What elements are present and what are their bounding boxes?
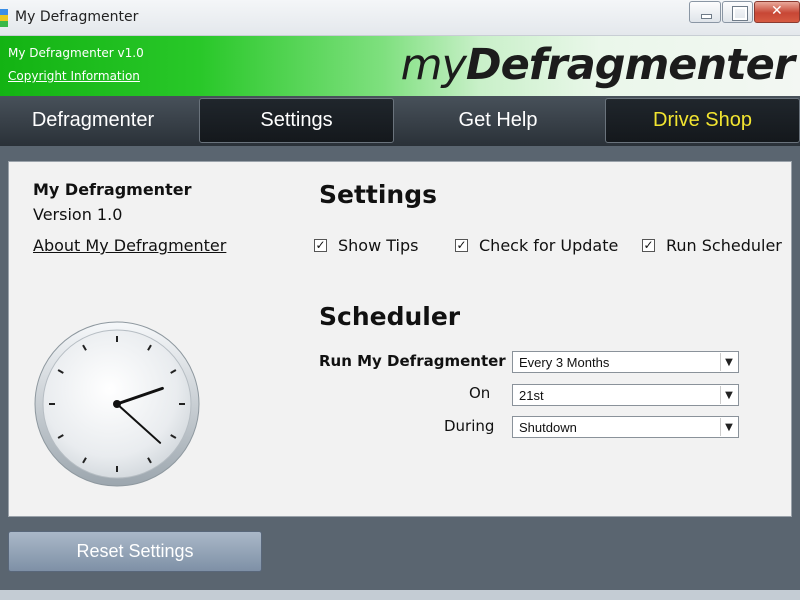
on-label: On bbox=[469, 384, 491, 402]
day-select[interactable]: 21st ▼ bbox=[512, 384, 739, 406]
show-tips-label: Show Tips bbox=[338, 236, 419, 255]
run-label: Run My Defragmenter bbox=[319, 352, 506, 370]
nav-bar: Defragmenter Settings Get Help Drive Sho… bbox=[0, 96, 800, 146]
title-bar: My Defragmenter bbox=[0, 0, 800, 36]
logo-my: my bbox=[400, 40, 467, 90]
tab-get-help[interactable]: Get Help bbox=[400, 98, 596, 143]
show-tips-checkbox[interactable]: ✓ Show Tips bbox=[314, 236, 418, 255]
window-title: My Defragmenter bbox=[15, 9, 139, 25]
check-for-update-label: Check for Update bbox=[479, 236, 619, 255]
app-icon bbox=[0, 9, 8, 27]
app-header: My Defragmenter v1.0 Copyright Informati… bbox=[0, 36, 800, 96]
minimize-button[interactable] bbox=[689, 1, 721, 23]
during-select[interactable]: Shutdown ▼ bbox=[512, 416, 739, 438]
dropdown-arrow-icon[interactable]: ▼ bbox=[720, 353, 737, 371]
about-link[interactable]: About My Defragmenter bbox=[33, 236, 226, 255]
about-version: Version 1.0 bbox=[33, 205, 123, 224]
app-logo: myDefragmenter bbox=[400, 40, 795, 90]
tab-defragmenter[interactable]: Defragmenter bbox=[0, 98, 186, 143]
logo-defragmenter: Defragmenter bbox=[465, 40, 795, 90]
frequency-value: Every 3 Months bbox=[519, 355, 610, 370]
tab-drive-shop[interactable]: Drive Shop bbox=[605, 98, 800, 143]
day-value: 21st bbox=[519, 388, 544, 403]
maximize-button[interactable] bbox=[722, 1, 753, 23]
checkbox-check-icon: ✓ bbox=[642, 238, 655, 252]
copyright-link[interactable]: Copyright Information bbox=[8, 69, 140, 83]
run-scheduler-label: Run Scheduler bbox=[666, 236, 782, 255]
tab-settings[interactable]: Settings bbox=[199, 98, 394, 143]
run-scheduler-checkbox[interactable]: ✓ Run Scheduler bbox=[642, 236, 782, 255]
checkbox-check-icon: ✓ bbox=[455, 238, 468, 252]
close-button[interactable] bbox=[754, 1, 800, 23]
reset-settings-button[interactable]: Reset Settings bbox=[8, 531, 262, 572]
settings-heading: Settings bbox=[319, 180, 438, 209]
settings-panel: My Defragmenter Version 1.0 About My Def… bbox=[8, 161, 792, 517]
about-app-name: My Defragmenter bbox=[33, 180, 192, 199]
status-strip bbox=[0, 590, 800, 600]
dropdown-arrow-icon[interactable]: ▼ bbox=[720, 418, 737, 436]
version-line: My Defragmenter v1.0 bbox=[8, 46, 144, 60]
checkbox-check-icon: ✓ bbox=[314, 238, 327, 252]
scheduler-heading: Scheduler bbox=[319, 302, 461, 331]
during-label: During bbox=[444, 417, 495, 435]
check-for-update-checkbox[interactable]: ✓ Check for Update bbox=[455, 236, 618, 255]
frequency-select[interactable]: Every 3 Months ▼ bbox=[512, 351, 739, 373]
during-value: Shutdown bbox=[519, 420, 577, 435]
dropdown-arrow-icon[interactable]: ▼ bbox=[720, 386, 737, 404]
clock-icon bbox=[34, 321, 200, 487]
